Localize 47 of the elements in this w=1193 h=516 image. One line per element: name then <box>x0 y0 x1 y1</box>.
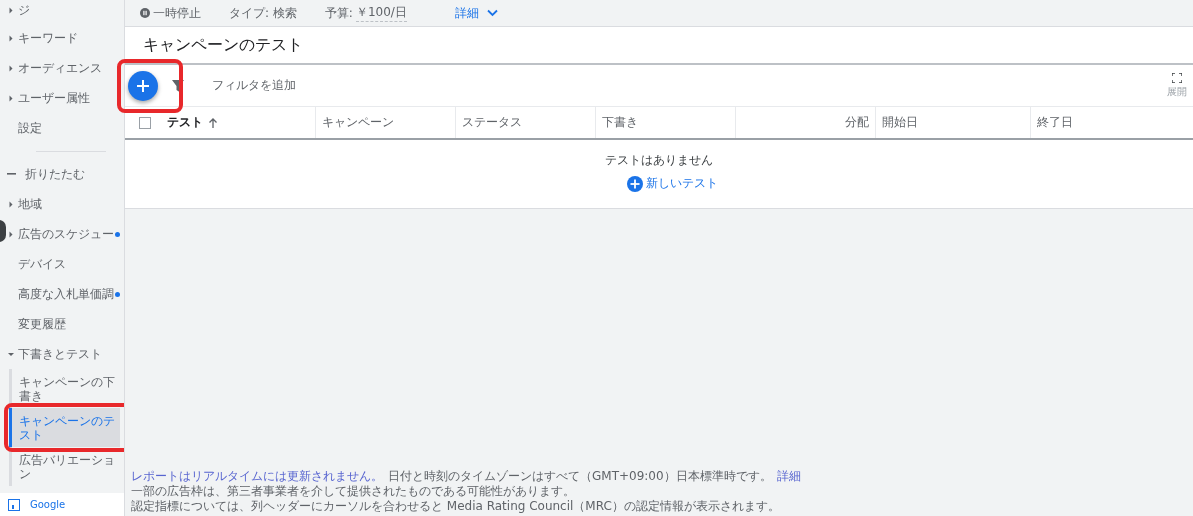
sidebar-item[interactable]: ジ <box>7 0 124 20</box>
page-title: キャンペーンのテスト <box>143 34 303 56</box>
sidebar-item[interactable]: キャンペーンの下書き <box>12 369 120 408</box>
collapse-menu-item[interactable]: 折りたたむ <box>7 159 124 189</box>
timezone-note: 日付と時刻のタイムゾーンはすべて（GMT+09:00）日本標準時です。 <box>388 469 772 484</box>
sidebar-item[interactable]: 設定 <box>7 113 124 143</box>
sidebar-item[interactable]: デバイス <box>7 249 124 279</box>
pause-icon <box>140 8 150 18</box>
column-header[interactable]: 分配 <box>845 114 869 131</box>
budget-value[interactable]: ￥100/日 <box>355 4 407 22</box>
sidebar-item[interactable]: ユーザー属性 <box>7 83 124 113</box>
empty-message: テストはありません <box>605 152 713 169</box>
column-header[interactable]: 開始日 <box>882 114 918 131</box>
column-header[interactable]: ステータス <box>462 114 522 131</box>
plus-icon <box>137 79 149 92</box>
notice-link[interactable]: レポートはリアルタイムには更新されません。 <box>131 469 383 484</box>
status-label: 一時停止 <box>153 4 201 22</box>
sidebar-item[interactable]: キーワード <box>7 23 124 53</box>
filter-icon[interactable] <box>172 79 184 92</box>
sidebar-footer-label[interactable]: Google <box>30 499 66 510</box>
sidebar-item[interactable]: 下書きとテスト <box>7 339 124 369</box>
square-icon <box>8 498 20 511</box>
budget-label: 予算: <box>324 4 353 22</box>
sidebar-item[interactable]: 広告のスケジュー <box>7 219 124 249</box>
column-header[interactable]: 終了日 <box>1037 114 1073 131</box>
details-link[interactable]: 詳細 <box>454 4 498 22</box>
chevron-down-icon <box>486 9 498 17</box>
sidebar-item[interactable]: 変更履歴 <box>7 309 124 339</box>
plus-circle-icon <box>626 175 643 192</box>
filter-field[interactable]: フィルタを追加 <box>212 77 296 94</box>
select-all-checkbox[interactable] <box>139 116 151 129</box>
fullscreen-icon[interactable] <box>1172 72 1182 83</box>
details-link[interactable]: 詳細 <box>776 469 801 484</box>
highlight-frame <box>117 58 183 113</box>
footer-note: 認定指標については、列ヘッダーにカーソルを合わせると Media Rating Council（MRC）の認定情報が表示されます。 <box>131 499 781 514</box>
sidebar-item[interactable]: キャンペーンのテスト <box>9 408 120 447</box>
sidebar-item[interactable]: オーディエンス <box>7 53 124 83</box>
column-header[interactable]: キャンペーン <box>322 114 394 131</box>
sidebar-item[interactable]: 広告バリエーション <box>12 447 120 486</box>
new-test-button[interactable]: 新しいテスト <box>626 175 718 192</box>
add-button[interactable] <box>128 70 158 101</box>
sidebar-item[interactable]: 高度な入札単価調 <box>7 279 124 309</box>
type-label: タイプ: 検索 <box>229 4 297 22</box>
column-header[interactable]: 下書き <box>602 114 638 131</box>
sidebar-item[interactable]: 地域 <box>7 189 124 219</box>
footer-note: 一部の広告枠は、第三者事業者を介して提供されたものである可能性があります。 <box>131 484 576 499</box>
column-header[interactable]: テスト <box>167 114 203 131</box>
